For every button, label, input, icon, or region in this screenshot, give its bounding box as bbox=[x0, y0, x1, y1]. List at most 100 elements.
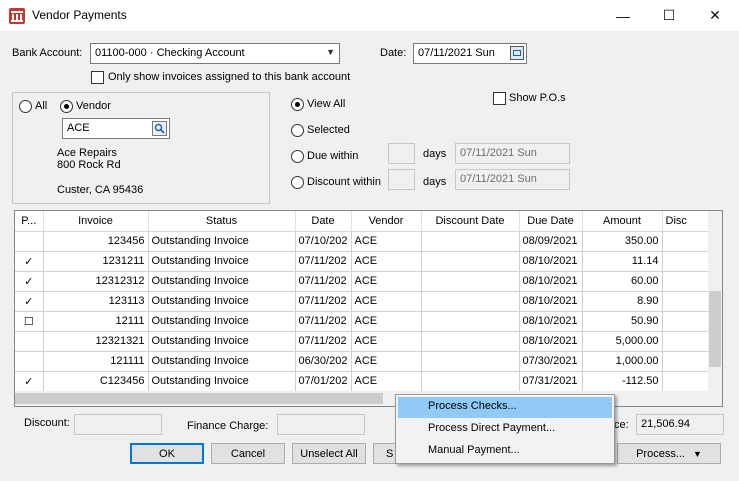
vertical-scrollbar[interactable] bbox=[708, 211, 722, 391]
table-row[interactable]: ☐ 12111 Outstanding Invoice 07/11/202 ACE 08/… bbox=[15, 311, 722, 332]
column-header[interactable]: Date bbox=[295, 211, 352, 232]
table-row[interactable]: ✓ 123113 Outstanding Invoice 07/11/202 ACE 08… bbox=[15, 291, 722, 312]
column-header[interactable]: Invoice bbox=[43, 211, 149, 232]
invoice-grid[interactable]: P... Invoice Status Date Vendor Discount… bbox=[14, 210, 723, 407]
column-header[interactable]: Status bbox=[148, 211, 296, 232]
discount-within-date-field[interactable]: 07/11/2021 Sun bbox=[455, 169, 570, 190]
paid-checkbox-cell[interactable]: ✓ bbox=[15, 251, 44, 272]
table-row[interactable]: ✓ 12312312 Outstanding Invoice 07/11/202 ACE… bbox=[15, 271, 722, 292]
table-row[interactable]: 12321321 Outstanding Invoice 07/11/202 ACE 0… bbox=[15, 331, 722, 352]
discount-within-days-input[interactable] bbox=[388, 169, 415, 190]
all-radio[interactable] bbox=[19, 100, 32, 113]
date-cell: 07/10/202 bbox=[295, 231, 352, 252]
column-header[interactable]: Due Date bbox=[519, 211, 583, 232]
column-header[interactable]: P... bbox=[15, 211, 44, 232]
vendor-address-line1: 800 Rock Rd bbox=[57, 159, 121, 171]
discount-date-cell bbox=[421, 331, 520, 352]
grid-header-row: P... Invoice Status Date Vendor Discount… bbox=[15, 211, 722, 232]
table-row[interactable]: 123456 Outstanding Invoice 07/10/202 ACE 08/… bbox=[15, 231, 722, 252]
status-cell: Outstanding Invoice bbox=[148, 351, 296, 372]
view-all-radio[interactable] bbox=[291, 98, 304, 111]
table-row[interactable]: ✓ C123456 Outstanding Invoice 07/01/202 ACE 0… bbox=[15, 371, 722, 392]
invoice-cell: 123456 bbox=[43, 231, 149, 252]
discount-within-radio[interactable] bbox=[291, 176, 304, 189]
finance-charge-field bbox=[277, 414, 365, 435]
menu-item-process-direct-payment[interactable]: Process Direct Payment... bbox=[398, 419, 612, 440]
ok-button[interactable]: OK bbox=[130, 443, 204, 464]
status-cell: Outstanding Invoice bbox=[148, 291, 296, 312]
due-within-radio[interactable] bbox=[291, 150, 304, 163]
vendor-cell: ACE bbox=[351, 371, 422, 392]
column-header[interactable]: Amount bbox=[582, 211, 663, 232]
date-cell: 07/11/202 bbox=[295, 271, 352, 292]
vendor-cell: ACE bbox=[351, 251, 422, 272]
paid-checkbox-cell[interactable]: ✓ bbox=[15, 271, 44, 292]
menu-item-manual-payment[interactable]: Manual Payment... bbox=[398, 441, 612, 462]
date-cell: 07/11/202 bbox=[295, 291, 352, 312]
chevron-down-icon: ▼ bbox=[326, 47, 335, 57]
selected-radio[interactable] bbox=[291, 124, 304, 137]
total-label: ce: bbox=[614, 419, 629, 431]
view-all-label: View All bbox=[307, 98, 346, 110]
total-value: 21,506.94 bbox=[641, 418, 690, 430]
paid-checkbox-cell[interactable]: ☐ bbox=[15, 311, 44, 332]
only-assigned-label: Only show invoices assigned to this bank… bbox=[108, 71, 351, 83]
due-date-cell: 08/10/2021 bbox=[519, 251, 583, 272]
column-header[interactable]: Vendor bbox=[351, 211, 422, 232]
table-row[interactable]: ✓ 1231211 Outstanding Invoice 07/11/202 ACE 0… bbox=[15, 251, 722, 272]
invoice-cell: 12111 bbox=[43, 311, 149, 332]
table-row[interactable]: 121111 Outstanding Invoice 06/30/202 ACE 07/… bbox=[15, 351, 722, 372]
process-button[interactable]: Process... ▼ bbox=[617, 443, 721, 464]
vendor-cell: ACE bbox=[351, 311, 422, 332]
menu-item-process-checks[interactable]: Process Checks... bbox=[398, 397, 612, 418]
amount-cell: 1,000.00 bbox=[582, 351, 663, 372]
cancel-button[interactable]: Cancel bbox=[211, 443, 285, 464]
date-value: 07/11/2021 Sun bbox=[418, 47, 495, 59]
vendor-cell: ACE bbox=[351, 271, 422, 292]
due-days-label: days bbox=[423, 148, 447, 160]
dropdown-arrow-icon: ▼ bbox=[692, 448, 702, 459]
discount-date-cell bbox=[421, 371, 520, 392]
paid-checkbox-cell[interactable]: ✓ bbox=[15, 291, 44, 312]
status-cell: Outstanding Invoice bbox=[148, 231, 296, 252]
vendor-cell: ACE bbox=[351, 231, 422, 252]
search-icon[interactable] bbox=[152, 121, 167, 136]
scrollbar-thumb[interactable] bbox=[15, 393, 383, 404]
show-pos-checkbox[interactable] bbox=[493, 92, 506, 105]
close-button[interactable]: ✕ bbox=[692, 0, 738, 31]
amount-cell: 8.90 bbox=[582, 291, 663, 312]
date-cell: 07/11/202 bbox=[295, 311, 352, 332]
status-cell: Outstanding Invoice bbox=[148, 311, 296, 332]
horizontal-scrollbar[interactable] bbox=[15, 391, 722, 406]
date-label: Date: bbox=[380, 47, 407, 59]
process-button-label: Process... bbox=[636, 447, 685, 460]
show-pos-label: Show P.O.s bbox=[509, 92, 566, 104]
maximize-button[interactable]: ☐ bbox=[646, 0, 692, 31]
unselect-all-button[interactable]: Unselect All bbox=[292, 443, 366, 464]
date-cell: 07/11/202 bbox=[295, 251, 352, 272]
due-within-days-input[interactable] bbox=[388, 143, 415, 164]
invoice-cell: C123456 bbox=[43, 371, 149, 392]
calendar-icon[interactable] bbox=[510, 46, 524, 60]
bank-account-dropdown[interactable]: 01100-000 · Checking Account ▼ bbox=[90, 43, 340, 64]
amount-cell: 50.90 bbox=[582, 311, 663, 332]
only-assigned-checkbox[interactable] bbox=[91, 71, 104, 84]
due-date-cell: 08/09/2021 bbox=[519, 231, 583, 252]
amount-cell: 11.14 bbox=[582, 251, 663, 272]
due-within-date-field[interactable]: 07/11/2021 Sun bbox=[455, 143, 570, 164]
status-cell: Outstanding Invoice bbox=[148, 331, 296, 352]
paid-checkbox-cell[interactable] bbox=[15, 331, 44, 352]
discount-date-cell bbox=[421, 351, 520, 372]
scrollbar-thumb[interactable] bbox=[709, 291, 721, 367]
column-header[interactable]: Discount Date bbox=[421, 211, 520, 232]
bank-account-value: 01100-000 · Checking Account bbox=[95, 47, 245, 59]
process-menu: Process Checks... Process Direct Payment… bbox=[395, 394, 615, 464]
amount-cell: 5,000.00 bbox=[582, 331, 663, 352]
vendor-radio[interactable] bbox=[60, 100, 73, 113]
paid-checkbox-cell[interactable]: ✓ bbox=[15, 371, 44, 392]
paid-checkbox-cell[interactable] bbox=[15, 351, 44, 372]
vendor-cell: ACE bbox=[351, 291, 422, 312]
paid-checkbox-cell[interactable] bbox=[15, 231, 44, 252]
date-cell: 06/30/202 bbox=[295, 351, 352, 372]
minimize-button[interactable]: — bbox=[600, 0, 646, 31]
